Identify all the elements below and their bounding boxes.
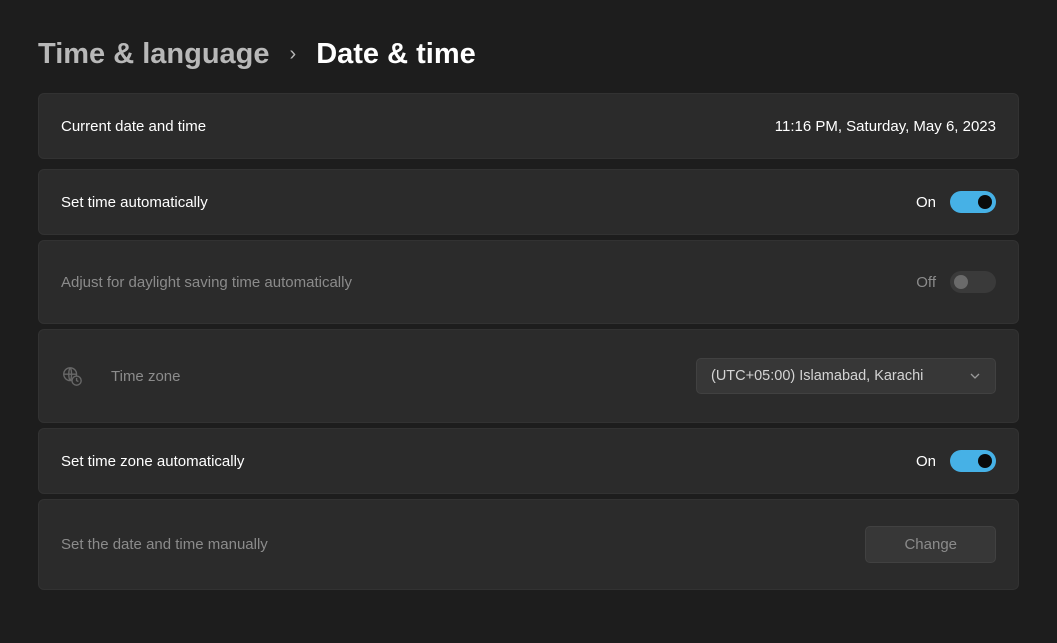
set-timezone-auto-card: Set time zone automatically On [38, 428, 1019, 494]
set-time-auto-toggle[interactable] [950, 191, 996, 213]
change-button[interactable]: Change [865, 526, 996, 563]
page-title: Date & time [316, 38, 476, 71]
globe-clock-icon [61, 365, 83, 387]
time-zone-left: Time zone [61, 365, 180, 387]
set-timezone-auto-toggle[interactable] [950, 450, 996, 472]
current-datetime-label: Current date and time [61, 118, 206, 135]
manual-datetime-label: Set the date and time manually [61, 536, 268, 553]
set-timezone-auto-toggle-group: On [916, 450, 996, 472]
manual-datetime-card: Set the date and time manually Change [38, 499, 1019, 590]
set-time-auto-toggle-group: On [916, 191, 996, 213]
current-datetime-value: 11:16 PM, Saturday, May 6, 2023 [775, 118, 996, 135]
breadcrumb-parent[interactable]: Time & language [38, 38, 270, 71]
time-zone-dropdown[interactable]: (UTC+05:00) Islamabad, Karachi [696, 358, 996, 394]
daylight-saving-label: Adjust for daylight saving time automati… [61, 274, 352, 291]
set-timezone-auto-label: Set time zone automatically [61, 453, 244, 470]
current-datetime-card: Current date and time 11:16 PM, Saturday… [38, 93, 1019, 159]
set-time-auto-label: Set time automatically [61, 194, 208, 211]
daylight-saving-toggle-group: Off [916, 271, 996, 293]
chevron-down-icon [969, 370, 981, 382]
time-zone-selected: (UTC+05:00) Islamabad, Karachi [711, 368, 923, 384]
chevron-right-icon: › [290, 43, 297, 66]
daylight-saving-state: Off [916, 274, 936, 291]
daylight-saving-toggle [950, 271, 996, 293]
time-zone-label: Time zone [111, 368, 180, 385]
set-time-auto-card: Set time automatically On [38, 169, 1019, 235]
breadcrumb: Time & language › Date & time [38, 38, 1019, 71]
set-time-auto-state: On [916, 194, 936, 211]
time-zone-card: Time zone (UTC+05:00) Islamabad, Karachi [38, 329, 1019, 423]
daylight-saving-card: Adjust for daylight saving time automati… [38, 240, 1019, 324]
set-timezone-auto-state: On [916, 453, 936, 470]
